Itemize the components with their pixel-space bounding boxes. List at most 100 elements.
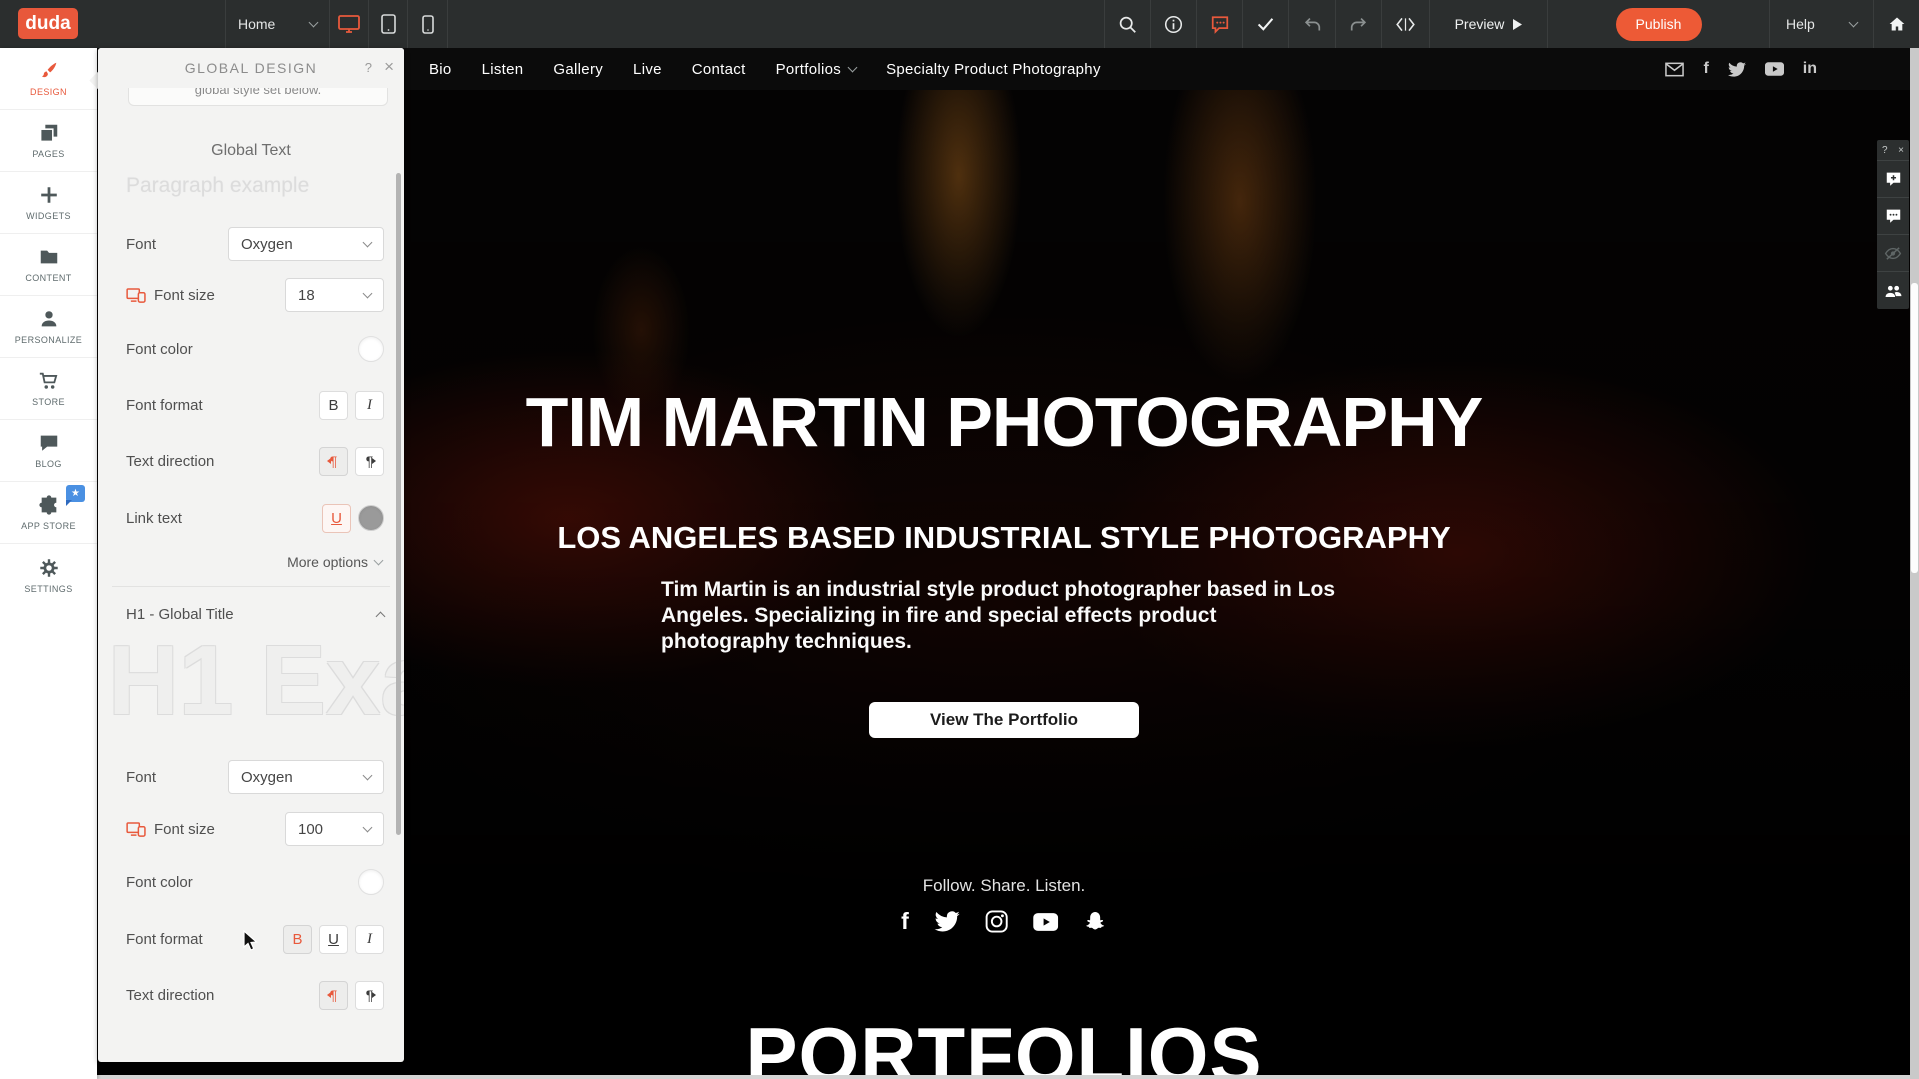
check-icon [1256,16,1275,32]
device-desktop-button[interactable] [329,0,368,48]
comments-button[interactable] [1877,198,1909,235]
sidebar-item-pages[interactable]: PAGES [0,110,97,172]
linkedin-icon[interactable]: in [1803,60,1817,78]
collaborators-button[interactable] [1877,272,1909,309]
link-underline-button[interactable]: U [322,504,351,533]
preview-label: Preview [1455,16,1505,32]
h1-ltr-direction-button[interactable]: ¶ [319,981,348,1010]
editor-sidebar: DESIGN PAGES WIDGETS CONTENT PERSONALIZE… [0,48,97,1079]
italic-button[interactable]: I [355,391,384,420]
bold-button[interactable]: B [319,391,348,420]
youtube-icon[interactable] [1765,62,1784,76]
folder-icon [38,246,60,268]
font-row: Font Oxygen [126,227,384,261]
sidebar-item-design[interactable]: DESIGN [0,48,97,110]
h1-rtl-direction-button[interactable]: ¶ [355,981,384,1010]
add-comment-button[interactable] [1877,161,1909,198]
nav-item-live[interactable]: Live [633,61,662,78]
nav-item-gallery[interactable]: Gallery [553,61,603,78]
rtl-direction-button[interactable]: ¶ [355,447,384,476]
nav-item-bio[interactable]: Bio [429,61,452,78]
duda-logo[interactable]: duda [18,8,78,39]
device-tablet-button[interactable] [368,0,407,48]
ltr-direction-button[interactable]: ¶ [319,447,348,476]
h1-bold-button[interactable]: B [283,925,312,954]
text-direction-row: Text direction ¶ ¶ [126,444,384,478]
home-icon [1888,15,1906,33]
editor-topbar: duda Home [0,0,1919,48]
font-label: Font [126,236,156,253]
chevron-down-icon [363,822,373,832]
nav-item-portfolios[interactable]: Portfolios [776,61,857,78]
font-select[interactable]: Oxygen [228,227,384,261]
font-color-row: Font color [126,332,384,366]
close-icon[interactable]: × [1898,145,1904,156]
sidebar-item-store[interactable]: STORE [0,358,97,420]
email-icon[interactable] [1665,62,1684,77]
canvas-scrollbar-thumb[interactable] [1911,283,1918,573]
font-size-label: Font size [126,287,215,304]
sidebar-item-settings[interactable]: SETTINGS [0,544,97,606]
h1-section-header[interactable]: H1 - Global Title [126,606,384,623]
section-divider [112,586,390,587]
hero-description[interactable]: Tim Martin is an industrial style produc… [661,577,1341,655]
h1-preview-text: H1 Example [108,624,404,774]
snapchat-icon[interactable] [1083,910,1107,934]
nav-item-contact[interactable]: Contact [692,61,746,78]
preview-button[interactable]: Preview [1429,0,1547,48]
h1-font-value: Oxygen [241,769,293,786]
font-size-label: Font size [126,821,215,838]
font-size-row: Font size 18 [126,278,384,312]
hide-comments-button[interactable] [1877,235,1909,272]
instagram-icon[interactable] [985,910,1008,933]
sidebar-item-content[interactable]: CONTENT [0,234,97,296]
twitter-icon[interactable] [1728,62,1746,77]
saved-check-button[interactable] [1242,0,1288,48]
facebook-icon[interactable]: f [1703,60,1708,78]
sidebar-item-app-store[interactable]: ★ APP STORE [0,482,97,544]
new-app-badge: ★ [66,485,85,502]
h1-font-size-select[interactable]: 100 [285,812,384,846]
link-color-swatch[interactable] [358,505,384,531]
chevron-down-icon [363,770,373,780]
sidebar-item-label: BLOG [35,459,62,469]
panel-help-button[interactable]: ? [365,60,372,75]
youtube-icon[interactable] [1033,913,1058,931]
feedback-button[interactable] [1196,0,1242,48]
dev-mode-button[interactable] [1381,0,1429,48]
help-menu[interactable]: Help [1769,0,1873,48]
device-mobile-button[interactable] [407,0,448,48]
panel-scrollbar[interactable] [396,173,401,835]
font-size-select[interactable]: 18 [285,278,384,312]
twitter-icon[interactable] [934,911,960,932]
h1-section-title: H1 - Global Title [126,606,234,623]
page-selector[interactable]: Home [225,0,329,48]
sidebar-item-personalize[interactable]: PERSONALIZE [0,296,97,358]
add-comment-icon [1885,171,1902,187]
info-button[interactable] [1150,0,1196,48]
dashboard-home-button[interactable] [1873,0,1919,48]
close-icon[interactable]: × [384,57,394,77]
h1-italic-button[interactable]: I [355,925,384,954]
undo-button[interactable] [1288,0,1335,48]
cart-icon [38,370,60,392]
link-text-row: Link text U [126,501,384,535]
search-button[interactable] [1104,0,1150,48]
toolbar-help-button[interactable]: ? [1882,145,1888,156]
view-portfolio-button[interactable]: View The Portfolio [869,702,1139,738]
facebook-icon[interactable]: f [901,908,909,935]
publish-button[interactable]: Publish [1616,8,1702,41]
h1-font-select[interactable]: Oxygen [228,760,384,794]
more-options-link[interactable]: More options [287,554,382,570]
h1-font-color-swatch[interactable] [358,869,384,895]
h1-font-size-row: Font size 100 [126,812,384,846]
nav-item-listen[interactable]: Listen [482,61,524,78]
redo-button[interactable] [1335,0,1381,48]
canvas-scrollbar[interactable] [1910,48,1919,1079]
h1-underline-button[interactable]: U [319,925,348,954]
font-color-swatch[interactable] [358,336,384,362]
nav-item-specialty[interactable]: Specialty Product Photography [886,61,1101,78]
sidebar-item-widgets[interactable]: WIDGETS [0,172,97,234]
chevron-down-icon [374,555,384,565]
sidebar-item-blog[interactable]: BLOG [0,420,97,482]
